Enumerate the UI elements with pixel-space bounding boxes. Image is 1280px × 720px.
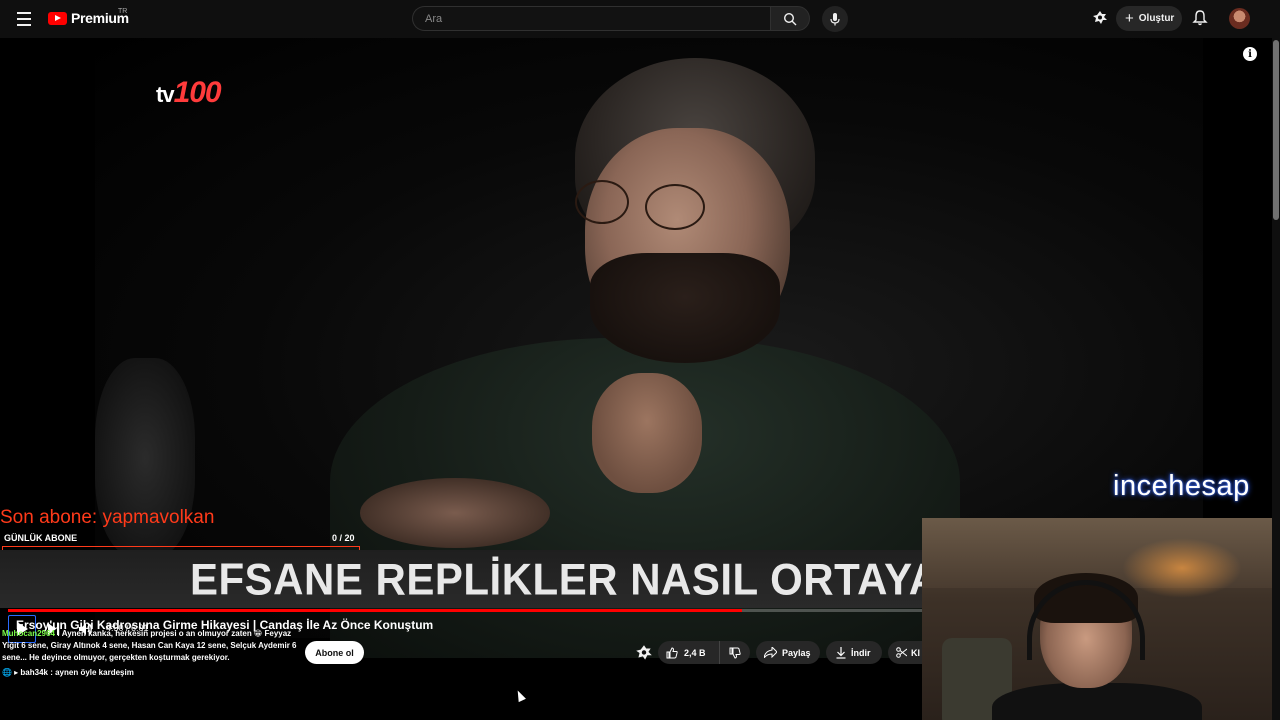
share-icon: [764, 647, 777, 658]
sponsor-watermark: incehesap: [1113, 470, 1250, 502]
search-icon: [783, 12, 797, 25]
page-scrollbar[interactable]: [1272, 38, 1280, 720]
clip-button[interactable]: Kl: [888, 641, 922, 664]
hamburger-menu-icon[interactable]: [14, 9, 34, 29]
chat-message-continued: sene... He deyince olmuyor, gerçekten ko…: [2, 653, 230, 662]
subscriber-goal-count: 0 / 20: [332, 533, 355, 543]
chat-message: 🌐 ▸ bah34k : aynen öyle kardeşim: [2, 668, 134, 677]
chat-text: : Aynen kanka, herkesin projesi o an olm…: [54, 629, 292, 638]
share-button[interactable]: Paylaş: [756, 641, 820, 664]
cast-icon[interactable]: [1091, 9, 1109, 27]
chat-message-continued: Yiğit 6 sene, Giray Altınok 4 sene, Hasa…: [2, 641, 297, 650]
info-icon[interactable]: i: [1243, 47, 1257, 61]
search-input[interactable]: [412, 6, 770, 31]
plus-icon: +: [1125, 9, 1134, 27]
video-person-hand: [592, 373, 702, 493]
like-button[interactable]: 2,4 B: [658, 641, 720, 664]
channel-bug-logo: tv100: [156, 76, 222, 110]
chat-message: Muhocan2964 : Aynen kanka, herkesin proj…: [2, 628, 302, 640]
thumbs-down-icon: [729, 647, 741, 659]
streamer-webcam: [922, 518, 1280, 720]
webcam-person-body: [992, 683, 1202, 720]
youtube-premium-logo[interactable]: Premium: [48, 10, 129, 26]
subscribe-button[interactable]: Abone ol: [305, 641, 364, 664]
video-other-hand: [360, 478, 550, 548]
create-button[interactable]: + Oluştur: [1116, 6, 1182, 31]
progress-fill: [8, 609, 742, 612]
cast-icon[interactable]: [634, 643, 654, 663]
download-label: İndir: [851, 647, 871, 658]
scissors-icon: [896, 647, 907, 658]
lower-third-banner: EFSANE REPLİKLER NASIL ORTAYA ÇIKIYO: [0, 550, 922, 608]
thumbs-up-icon: [666, 646, 678, 658]
create-label: Oluştur: [1138, 13, 1175, 24]
glasses-right: [645, 184, 705, 230]
chat-text: : aynen öyle kardeşim: [48, 668, 134, 677]
chat-overlay: Muhocan2964 : Aynen kanka, herkesin proj…: [2, 628, 302, 664]
mic-icon: [830, 13, 840, 26]
glasses-left: [575, 180, 629, 224]
chat-username: Muhocan2964: [2, 629, 55, 638]
avatar[interactable]: [1229, 8, 1250, 29]
webcam-light: [1122, 538, 1242, 598]
chat-username: bah34k: [20, 668, 48, 677]
country-code: TR: [118, 8, 128, 15]
last-subscriber-overlay: Son abone: yapmavolkan: [0, 507, 215, 528]
progress-bar[interactable]: [8, 609, 922, 612]
youtube-logo-icon: [48, 11, 67, 25]
channel-bug-prefix: tv: [156, 82, 175, 107]
top-bar: Premium TR + Oluştur: [0, 0, 1280, 38]
video-person-beard: [590, 253, 780, 363]
voice-search-button[interactable]: [822, 6, 848, 32]
bell-icon[interactable]: [1191, 9, 1209, 27]
download-button[interactable]: İndir: [826, 641, 882, 664]
dislike-button[interactable]: [720, 641, 750, 664]
subscriber-goal-label: GÜNLÜK ABONE: [4, 533, 78, 543]
search-box: [412, 6, 810, 31]
info-glyph: i: [1248, 48, 1252, 60]
download-icon: [836, 646, 846, 659]
clip-label: Kl: [911, 647, 920, 658]
search-button[interactable]: [770, 6, 810, 31]
share-label: Paylaş: [782, 647, 811, 658]
like-count: 2,4 B: [684, 647, 706, 658]
like-dislike-group: 2,4 B: [658, 641, 750, 664]
channel-bug-accent: 100: [173, 76, 222, 109]
scrollbar-thumb[interactable]: [1273, 40, 1279, 220]
lower-third-text: EFSANE REPLİKLER NASIL ORTAYA ÇIKIYO: [190, 554, 922, 605]
